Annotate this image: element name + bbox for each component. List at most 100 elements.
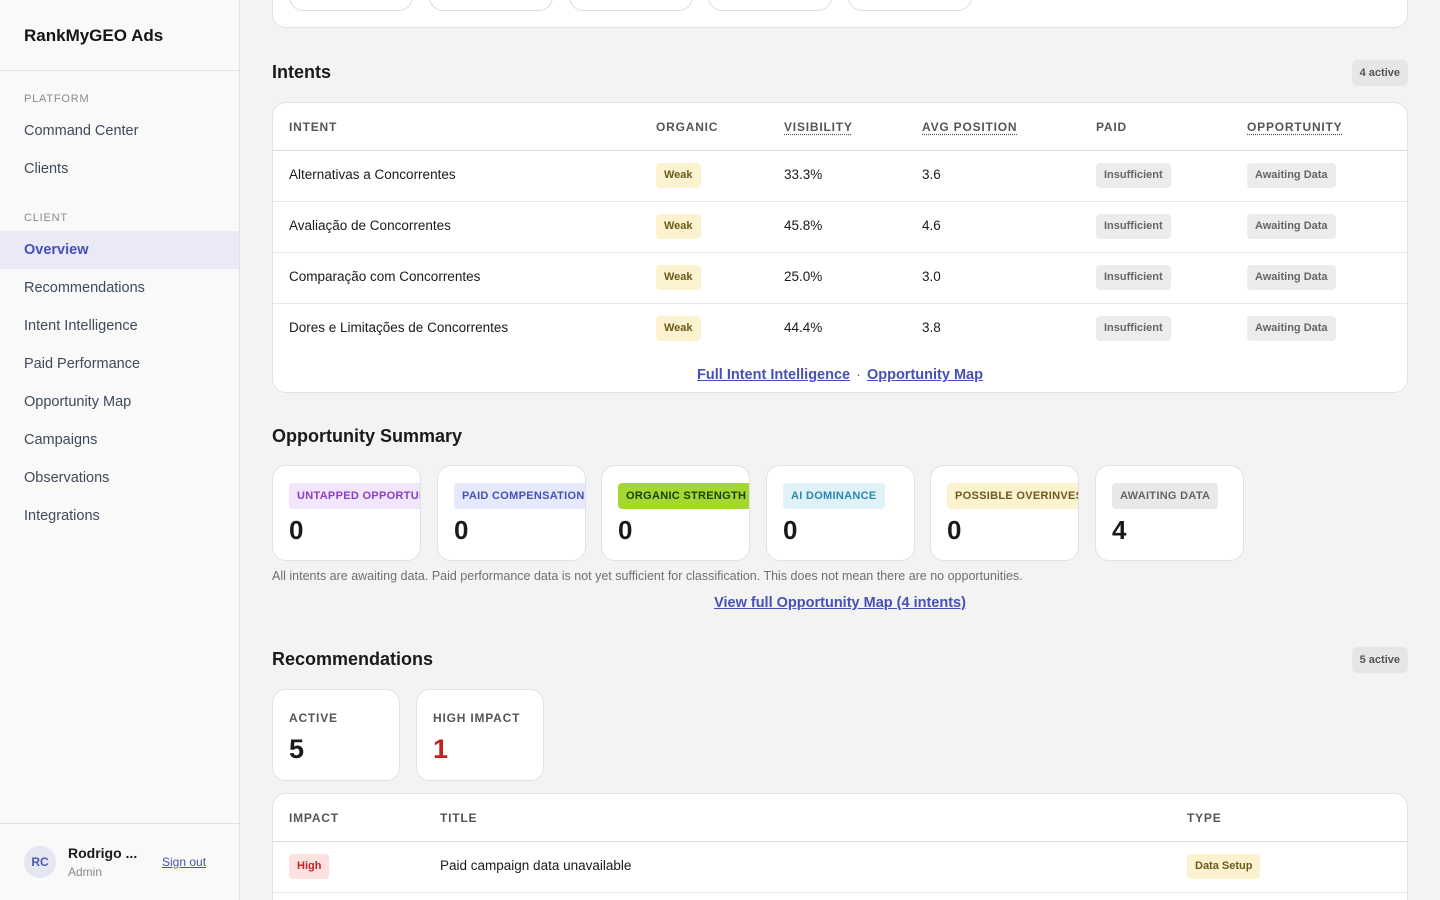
sidebar-item-overview[interactable]: Overview	[0, 231, 239, 269]
stat-card-active: ACTIVE 5	[272, 689, 400, 781]
type-badge: Data Setup	[1187, 854, 1261, 879]
opportunity-card-organic-strength[interactable]: ORGANIC STRENGTH 0	[601, 465, 750, 561]
table-header: IMPACT TITLE TYPE	[273, 794, 1407, 842]
visibility-value: 33.3%	[784, 167, 823, 182]
opportunity-label: UNTAPPED OPPORTUNITY	[289, 483, 420, 509]
avg-position-value: 3.8	[922, 320, 941, 335]
intents-links: Full Intent Intelligence · Opportunity Map	[273, 355, 1407, 392]
table-row[interactable]: Avaliação de Concorrentes Weak 45.8% 4.6…	[273, 202, 1407, 253]
intent-name: Dores e Limitações de Concorrentes	[289, 320, 509, 335]
nav-section-platform: PLATFORM	[24, 93, 90, 105]
opportunity-value: 0	[618, 515, 633, 545]
table-row[interactable]: Dores e Limitações de Concorrentes Weak …	[273, 304, 1407, 355]
sidebar-item-recommendations[interactable]: Recommendations	[0, 269, 239, 307]
sign-out-link[interactable]: Sign out	[162, 855, 206, 869]
summary-pill	[848, 0, 972, 11]
sidebar-item-campaigns[interactable]: Campaigns	[0, 421, 239, 459]
summary-pill	[429, 0, 553, 11]
intent-name: Comparação com Concorrentes	[289, 269, 481, 284]
opportunity-badge: Awaiting Data	[1247, 163, 1336, 188]
paid-badge: Insufficient	[1096, 265, 1171, 290]
sidebar-item-opportunity-map[interactable]: Opportunity Map	[0, 383, 239, 421]
column-header-title: TITLE	[440, 811, 478, 825]
impact-badge: High	[289, 854, 330, 879]
avg-position-value: 3.6	[922, 167, 941, 182]
column-header-paid: PAID	[1096, 120, 1127, 134]
table-header: INTENT ORGANIC VISIBILITY AVG POSITION P…	[273, 103, 1407, 151]
stat-value: 5	[289, 734, 305, 764]
opportunity-card-paid-compensation[interactable]: PAID COMPENSATION 0	[437, 465, 586, 561]
intents-table: INTENT ORGANIC VISIBILITY AVG POSITION P…	[272, 102, 1408, 393]
sidebar-item-command-center[interactable]: Command Center	[0, 112, 239, 150]
avg-position-value: 3.0	[922, 269, 941, 284]
organic-badge: Weak	[656, 214, 701, 239]
opportunity-badge: Awaiting Data	[1247, 316, 1336, 341]
opportunity-value: 0	[783, 515, 798, 545]
column-header-type: TYPE	[1187, 811, 1222, 825]
sidebar-item-clients[interactable]: Clients	[0, 150, 239, 188]
table-row[interactable]: High Paid campaign data unavailable Data…	[273, 842, 1407, 893]
opportunity-label: PAID COMPENSATION	[454, 483, 585, 509]
opportunity-card-awaiting-data[interactable]: AWAITING DATA 4	[1095, 465, 1244, 561]
table-row[interactable]: Comparação com Concorrentes Weak 25.0% 3…	[273, 253, 1407, 304]
visibility-value: 45.8%	[784, 218, 823, 233]
organic-badge: Weak	[656, 265, 701, 290]
column-header-avg-position[interactable]: AVG POSITION	[922, 120, 1017, 134]
stat-card-high-impact: HIGH IMPACT 1	[416, 689, 544, 781]
recommendations-title: Recommendations	[272, 649, 434, 669]
opportunity-label: AWAITING DATA	[1112, 483, 1219, 509]
intent-name: Avaliação de Concorrentes	[289, 218, 451, 233]
stat-label: ACTIVE	[289, 711, 338, 725]
sidebar: RankMyGEO Ads PLATFORM Command Center Cl…	[0, 0, 240, 900]
user-profile: RC Rodrigo ... Admin Sign out	[0, 823, 239, 900]
opportunity-card-possible-overinvestment[interactable]: POSSIBLE OVERINVESTMENT 0	[930, 465, 1079, 561]
recommendation-title: Paid campaign data unavailable	[440, 858, 632, 873]
scrolled-summary-card	[272, 0, 1408, 28]
opportunity-label: ORGANIC STRENGTH	[618, 483, 749, 509]
opportunity-label: AI DOMINANCE	[783, 483, 885, 509]
opportunity-label: POSSIBLE OVERINVESTMENT	[947, 483, 1078, 509]
organic-badge: Weak	[656, 316, 701, 341]
opportunity-badge: Awaiting Data	[1247, 265, 1336, 290]
intents-title: Intents	[272, 62, 332, 82]
column-header-intent: INTENT	[289, 120, 338, 134]
column-header-visibility[interactable]: VISIBILITY	[784, 120, 853, 134]
avatar: RC	[24, 846, 56, 878]
full-intent-intelligence-link[interactable]: Full Intent Intelligence	[697, 367, 850, 383]
brand-logo[interactable]: RankMyGEO Ads	[0, 0, 239, 71]
stat-value: 1	[433, 734, 449, 764]
recommendations-count-badge: 5 active	[1351, 647, 1408, 673]
summary-pill	[289, 0, 413, 11]
sidebar-item-paid-performance[interactable]: Paid Performance	[0, 345, 239, 383]
organic-badge: Weak	[656, 163, 701, 188]
main-content: Intents 4 active INTENT ORGANIC VISIBILI…	[240, 0, 1440, 900]
paid-badge: Insufficient	[1096, 316, 1171, 341]
column-header-opportunity[interactable]: OPPORTUNITY	[1247, 120, 1342, 134]
opportunity-badge: Awaiting Data	[1247, 214, 1336, 239]
sidebar-item-intent-intelligence[interactable]: Intent Intelligence	[0, 307, 239, 345]
opportunity-value: 0	[289, 515, 304, 545]
opportunity-note: All intents are awaiting data. Paid perf…	[272, 569, 1023, 583]
link-separator: ·	[856, 367, 861, 383]
opportunity-value: 0	[947, 515, 962, 545]
user-name: Rodrigo ...	[68, 845, 138, 861]
view-opportunity-map-link[interactable]: View full Opportunity Map (4 intents)	[714, 595, 966, 611]
summary-pill	[569, 0, 693, 11]
opportunity-value: 4	[1112, 515, 1127, 545]
intent-name: Alternativas a Concorrentes	[289, 167, 456, 182]
column-header-impact: IMPACT	[289, 811, 339, 825]
table-row[interactable]: Alternativas a Concorrentes Weak 33.3% 3…	[273, 151, 1407, 202]
column-header-organic: ORGANIC	[656, 120, 719, 134]
opportunity-card-untapped[interactable]: UNTAPPED OPPORTUNITY 0	[272, 465, 421, 561]
sidebar-item-integrations[interactable]: Integrations	[0, 497, 239, 535]
stat-label: HIGH IMPACT	[433, 711, 521, 725]
user-role: Admin	[68, 865, 103, 879]
avg-position-value: 4.6	[922, 218, 941, 233]
opportunity-map-link[interactable]: Opportunity Map	[867, 367, 983, 383]
sidebar-item-observations[interactable]: Observations	[0, 459, 239, 497]
visibility-value: 44.4%	[784, 320, 823, 335]
opportunity-link-row: View full Opportunity Map (4 intents)	[240, 595, 1440, 611]
paid-badge: Insufficient	[1096, 163, 1171, 188]
intents-count-badge: 4 active	[1351, 60, 1408, 86]
opportunity-card-ai-dominance[interactable]: AI DOMINANCE 0	[766, 465, 915, 561]
